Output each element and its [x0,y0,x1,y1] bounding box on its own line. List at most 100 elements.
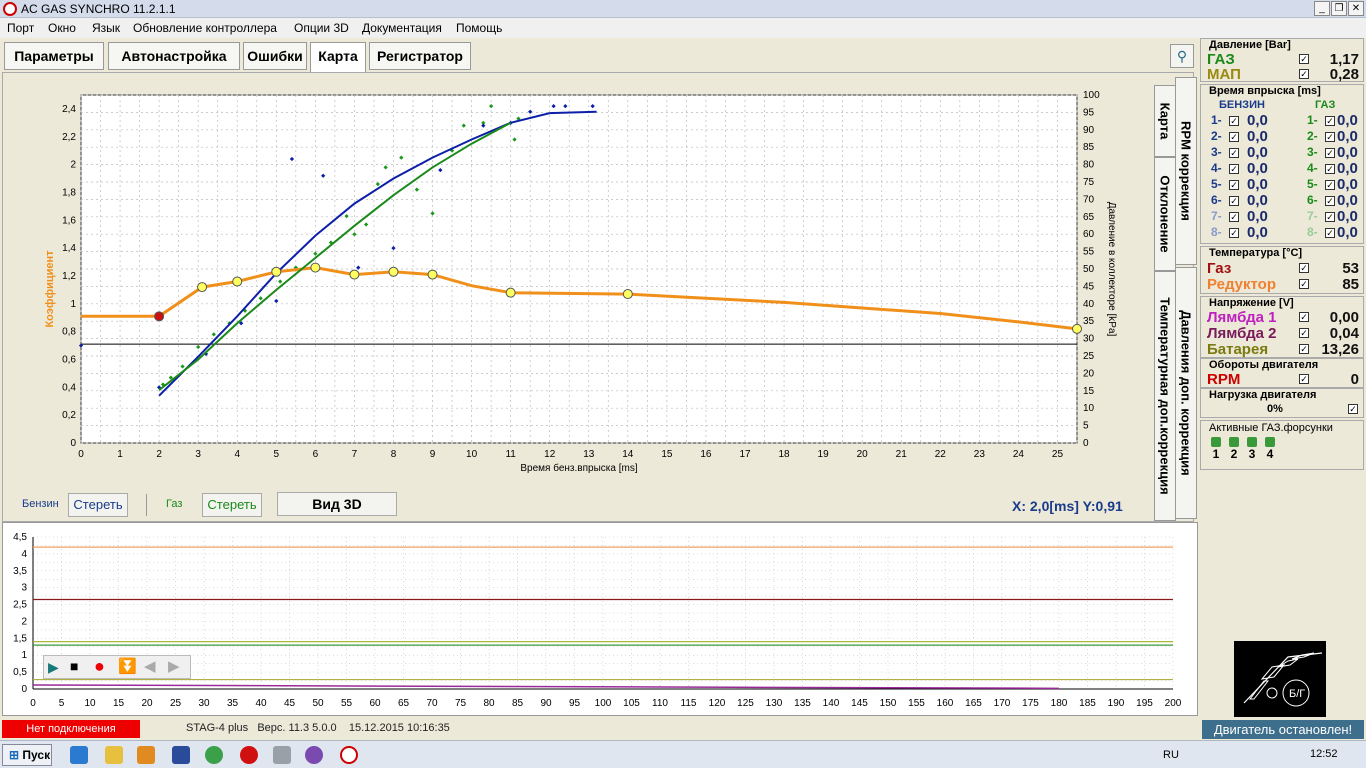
vtab-rpm-correction[interactable]: RPM коррекция [1175,77,1197,265]
gas-injection-value: 0,0 [1337,128,1358,145]
gas-injector-checkbox[interactable]: ✓ [1325,132,1335,142]
petrol-injector-label: 3- [1211,145,1222,159]
clear-gas-button[interactable]: Стереть [202,493,262,517]
gas-injector-label: 6- [1307,193,1318,207]
battery-checkbox[interactable]: ✓ [1299,344,1309,354]
opera-icon[interactable] [240,746,258,764]
y-tick-label: 3 [21,583,27,594]
petrol-injector-checkbox[interactable]: ✓ [1229,148,1239,158]
clock: 12:52 [1310,748,1338,760]
petrol-injector-checkbox[interactable]: ✓ [1229,180,1239,190]
petrol-injection-value: 0,0 [1247,128,1268,145]
play-icon[interactable]: ▶ [48,659,62,675]
petrol-injector-checkbox[interactable]: ✓ [1229,212,1239,222]
vtab-map[interactable]: Карта [1154,85,1176,157]
minimize-button[interactable]: _ [1314,1,1330,16]
start-button[interactable]: ⊞ Пуск [2,744,52,766]
y2-tick-label: 45 [1083,281,1095,292]
window-title: AC GAS SYNCHRO 11.2.1.1 [21,2,176,16]
tab-parameters[interactable]: Параметры [4,42,104,70]
tab-errors[interactable]: Ошибки [243,42,307,70]
tab-logger[interactable]: Регистратор [369,42,471,70]
correction-map-chart[interactable]: 0 1 2 3 4 5 6 7 8 9 10 11 12 13 14 15 16 17 18 19 20 21 22 23 24… [3,73,1153,491]
vtab-deviation[interactable]: Отклонение [1154,157,1176,271]
petrol-injector-checkbox[interactable]: ✓ [1229,116,1239,126]
load-group: Нагрузка двигателя 0% ✓ [1200,388,1364,418]
menu-language[interactable]: Язык [92,21,120,35]
y-tick-label: 0,4 [62,382,76,393]
ie-icon[interactable] [70,746,88,764]
vtab-pressure-correction[interactable]: Давления доп. коррекция [1175,267,1197,519]
petrol-gas-switch[interactable]: Б/Г [1234,641,1326,717]
petrol-injector-checkbox[interactable]: ✓ [1229,196,1239,206]
x-tick-label: 23 [974,449,986,460]
gas-injector-checkbox[interactable]: ✓ [1325,180,1335,190]
coefficient-marker [271,266,282,277]
petrol-injector-checkbox[interactable]: ✓ [1229,132,1239,142]
reducer-temp-checkbox[interactable]: ✓ [1299,279,1309,289]
petrol-injector-checkbox[interactable]: ✓ [1229,164,1239,174]
save-icon[interactable] [172,746,190,764]
next-icon[interactable]: ▶ [168,657,180,675]
menu-documentation[interactable]: Документация [362,21,442,35]
lambda2-checkbox[interactable]: ✓ [1299,328,1309,338]
vtab-temperature-correction[interactable]: Температурная доп.коррекция [1154,271,1176,521]
clear-petrol-button[interactable]: Стереть [68,493,128,517]
x-tick-label: 90 [540,698,552,709]
y2-tick-label: 70 [1083,194,1095,205]
x-tick-label: 165 [965,698,982,709]
coefficient-marker [505,287,516,298]
gas-injector-checkbox[interactable]: ✓ [1325,116,1335,126]
menu-3d-options[interactable]: Опции 3D [294,21,349,35]
menu-controller-update[interactable]: Обновление контроллера [133,21,277,35]
lambda1-checkbox[interactable]: ✓ [1299,312,1309,322]
x-tick-label: 35 [227,698,239,709]
voltage-group: Напряжение [V] Лямбда 1 ✓ 0,00 Лямбда 2 … [1200,296,1364,358]
y-tick-label: 2,4 [62,104,76,115]
gas-injector-checkbox[interactable]: ✓ [1325,212,1335,222]
gas-injector-checkbox[interactable]: ✓ [1325,228,1335,238]
menu-help[interactable]: Помощь [456,21,502,35]
engine-status: Двигатель остановлен! [1202,720,1364,739]
ac-gas-taskbar-icon[interactable] [340,746,358,764]
petrol-injector-label: 7- [1211,209,1222,223]
language-indicator[interactable]: RU [1163,749,1179,761]
app-icon-2[interactable] [273,746,291,764]
x-tick-label: 8 [391,449,397,460]
y-tick-label: 1,4 [62,243,76,254]
gas-injector-label: 2- [1307,129,1318,143]
prev-icon[interactable]: ◀ [144,657,156,675]
petrol-injection-value: 0,0 [1247,224,1268,241]
gas-injector-checkbox[interactable]: ✓ [1325,196,1335,206]
load-checkbox[interactable]: ✓ [1348,404,1358,414]
stop-icon[interactable]: ■ [70,658,78,674]
rpm-checkbox[interactable]: ✓ [1299,374,1309,384]
save-down-icon[interactable]: ⏬ [118,657,137,675]
view-3d-button[interactable]: Вид 3D [277,492,397,516]
viber-icon[interactable] [305,746,323,764]
petrol-injector-checkbox[interactable]: ✓ [1229,228,1239,238]
restore-button[interactable]: ❐ [1331,1,1347,16]
pin-icon[interactable]: ⚲ [1170,44,1194,68]
tab-autotune[interactable]: Автонастройка [108,42,240,70]
map-pressure-checkbox[interactable]: ✓ [1299,69,1309,79]
chrome-icon[interactable] [205,746,223,764]
x-tick-label: 125 [737,698,754,709]
gas-injector-checkbox[interactable]: ✓ [1325,148,1335,158]
petrol-injector-label: 4- [1211,161,1222,175]
gas-temp-checkbox[interactable]: ✓ [1299,263,1309,273]
gas-pressure-checkbox[interactable]: ✓ [1299,54,1309,64]
menu-window[interactable]: Окно [48,21,76,35]
tab-map[interactable]: Карта [310,42,366,72]
y2-tick-label: 65 [1083,212,1095,223]
selected-marker [154,311,165,322]
menu-port[interactable]: Порт [7,21,34,35]
folder-icon[interactable] [105,746,123,764]
record-icon[interactable]: ● [94,656,105,677]
gas-injector-checkbox[interactable]: ✓ [1325,164,1335,174]
petrol-injector-label: 1- [1211,113,1222,127]
media-icon[interactable] [137,746,155,764]
injection-row: 5- ✓ 0,0 5- ✓ 0,0 [1207,176,1359,193]
close-button[interactable]: ✕ [1348,1,1364,16]
y2-axis-label: Давление в коллекторе [kPa] [1106,202,1117,337]
